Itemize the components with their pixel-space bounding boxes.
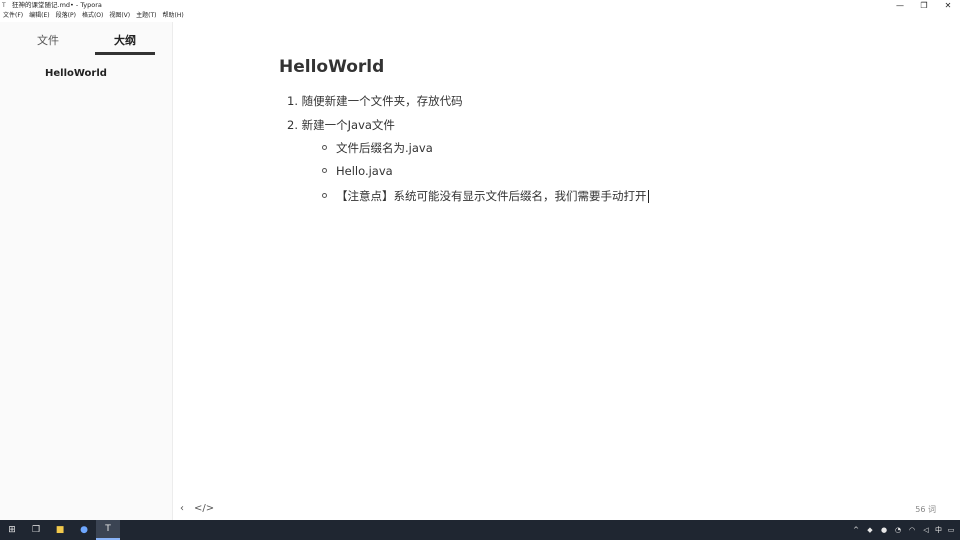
- menu-format[interactable]: 格式(O): [82, 11, 103, 21]
- list-number: 2.: [287, 118, 298, 132]
- tray-shield-icon[interactable]: ◆: [865, 526, 875, 534]
- bullet-circle-icon: [322, 145, 327, 150]
- close-button[interactable]: ✕: [936, 0, 960, 11]
- sidebar-tabs: 文件 大纲: [0, 32, 173, 55]
- list-number: 1.: [287, 94, 298, 108]
- typora-app-icon: T: [2, 2, 6, 9]
- tray-network-icon[interactable]: ◔: [893, 526, 903, 534]
- tab-outline[interactable]: 大纲: [95, 32, 155, 50]
- window-title: 狂神的课堂随记.md• - Typora: [12, 1, 102, 9]
- outline-item-helloworld[interactable]: HelloWorld: [45, 68, 107, 79]
- status-bar: ‹ </> 56 词: [174, 500, 960, 520]
- menu-theme[interactable]: 主题(T): [136, 11, 156, 21]
- bullet-list-item[interactable]: 文件后缀名为.java: [322, 140, 433, 156]
- window-controls: — ❐ ✕: [888, 0, 960, 11]
- system-tray: ^ ◆ ● ◔ ◠ ◁ 中 ▭: [851, 520, 960, 540]
- source-code-mode-button[interactable]: </>: [194, 503, 214, 514]
- list-item-text: Hello.java: [336, 164, 393, 178]
- input-language-indicator[interactable]: 中: [935, 525, 942, 535]
- windows-start-icon[interactable]: ⊞: [0, 520, 24, 540]
- menu-file[interactable]: 文件(F): [3, 11, 23, 21]
- file-explorer-icon[interactable]: ■: [48, 520, 72, 540]
- menu-view[interactable]: 视图(V): [109, 11, 130, 21]
- editor-area[interactable]: HelloWorld 1. 随便新建一个文件夹，存放代码 2. 新建一个Java…: [174, 22, 960, 500]
- list-item-text: 【注意点】系统可能没有显示文件后缀名，我们需要手动打开: [336, 189, 647, 203]
- bullet-list-item[interactable]: 【注意点】系统可能没有显示文件后缀名，我们需要手动打开: [322, 188, 649, 204]
- toggle-sidebar-button[interactable]: ‹: [180, 503, 184, 514]
- tray-app-icon[interactable]: ●: [879, 526, 889, 534]
- menu-help[interactable]: 帮助(H): [163, 11, 184, 21]
- task-view-icon[interactable]: ❒: [24, 520, 48, 540]
- bullet-circle-icon: [322, 168, 327, 173]
- list-item-text: 文件后缀名为.java: [336, 141, 433, 155]
- word-count[interactable]: 56 词: [915, 504, 936, 515]
- ordered-list-item[interactable]: 1. 随便新建一个文件夹，存放代码: [287, 93, 463, 109]
- minimize-button[interactable]: —: [888, 0, 912, 11]
- active-tab-indicator: [95, 52, 155, 55]
- restore-button[interactable]: ❐: [912, 0, 936, 11]
- tray-chevron-up-icon[interactable]: ^: [851, 526, 861, 534]
- sidebar: 文件 大纲 HelloWorld: [0, 22, 173, 520]
- browser-icon[interactable]: ●: [72, 520, 96, 540]
- tray-volume-icon[interactable]: ◁: [921, 526, 931, 534]
- ordered-list-item[interactable]: 2. 新建一个Java文件: [287, 117, 395, 133]
- menu-edit[interactable]: 编辑(E): [29, 11, 49, 21]
- tray-wifi-icon[interactable]: ◠: [907, 526, 917, 534]
- list-item-text: 随便新建一个文件夹，存放代码: [301, 94, 463, 108]
- tray-notification-icon[interactable]: ▭: [946, 526, 956, 534]
- menu-paragraph[interactable]: 段落(P): [56, 11, 76, 21]
- windows-taskbar: ⊞ ❒ ■ ● T ^ ◆ ● ◔ ◠ ◁ 中 ▭: [0, 520, 960, 540]
- typora-taskbar-icon[interactable]: T: [96, 520, 120, 540]
- document-heading[interactable]: HelloWorld: [279, 57, 384, 77]
- bullet-list-item[interactable]: Hello.java: [322, 164, 393, 178]
- bullet-circle-icon: [322, 193, 327, 198]
- list-item-text: 新建一个Java文件: [301, 118, 395, 132]
- text-cursor: [647, 190, 649, 203]
- menu-bar: 文件(F) 编辑(E) 段落(P) 格式(O) 视图(V) 主题(T) 帮助(H…: [0, 11, 960, 21]
- title-bar: T 狂神的课堂随记.md• - Typora — ❐ ✕: [0, 0, 960, 11]
- tab-files[interactable]: 文件: [22, 32, 74, 50]
